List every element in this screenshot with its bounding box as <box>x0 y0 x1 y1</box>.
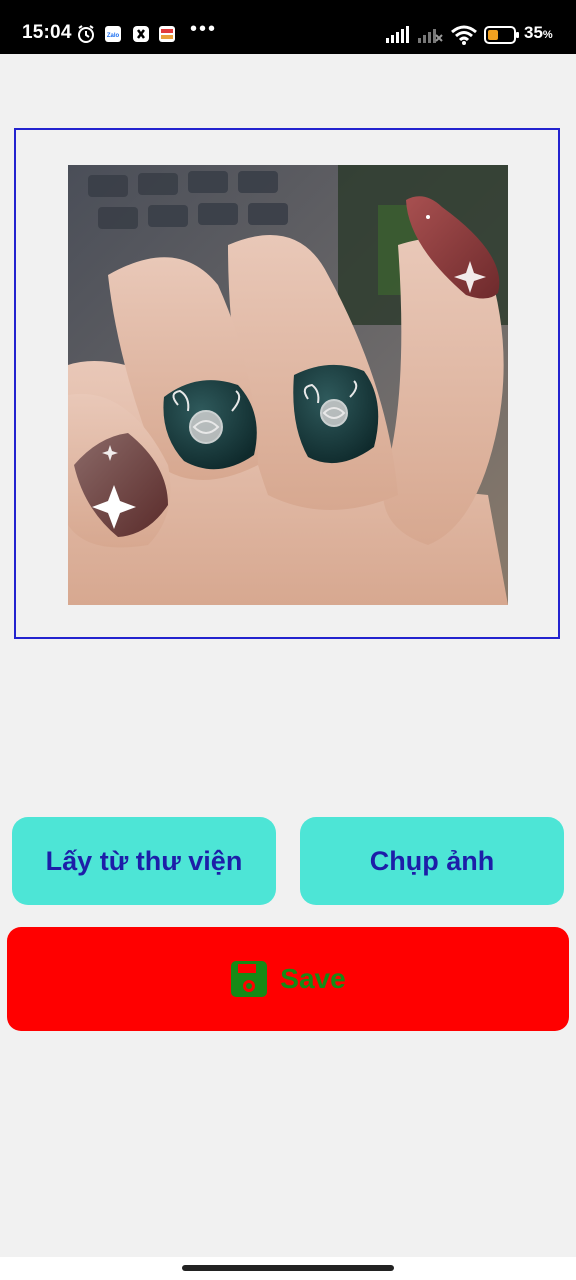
clock: 15:04 <box>22 22 72 43</box>
battery-percent: 35% <box>524 23 553 42</box>
app-icon <box>133 26 149 42</box>
take-photo-button[interactable]: Chụp ảnh <box>300 817 564 905</box>
pick-from-library-button[interactable]: Lấy từ thư viện <box>12 817 276 905</box>
battery-icon <box>484 26 519 44</box>
take-photo-label: Chụp ảnh <box>369 845 495 876</box>
zalo-icon: Zalo <box>105 26 121 42</box>
status-bar: 15:04 Zalo ••• 35% <box>0 0 576 54</box>
signal-no-service-icon <box>418 29 443 43</box>
save-icon <box>231 961 268 997</box>
wifi-icon <box>451 25 477 45</box>
home-gesture-handle[interactable] <box>182 1265 394 1271</box>
more-notifications-icon: ••• <box>190 18 218 40</box>
app-icon-2 <box>159 26 175 42</box>
alarm-icon <box>78 25 94 43</box>
nail-photo[interactable] <box>68 165 508 605</box>
svg-text:Zalo: Zalo <box>107 33 120 39</box>
save-label: Save <box>280 963 346 994</box>
nail-photo-image <box>68 165 508 605</box>
pick-from-library-label: Lấy từ thư viện <box>45 845 243 876</box>
save-button[interactable]: Save <box>7 927 569 1031</box>
signal-icon <box>386 26 409 43</box>
